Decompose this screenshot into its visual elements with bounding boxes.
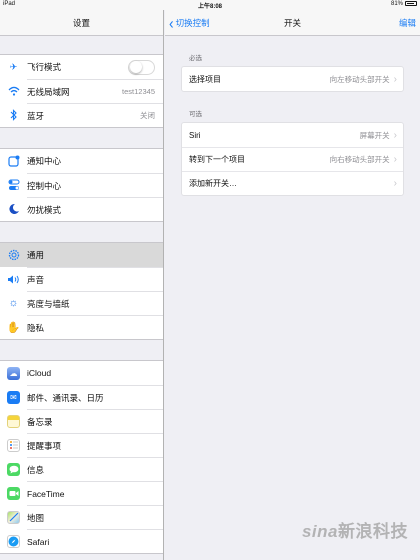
sidebar-item-label: 声音 [27,274,45,285]
reminders-icon [7,438,20,452]
control-center-icon [7,179,20,192]
sidebar-item-label: 信息 [27,464,45,475]
sina-logo: sina [301,522,338,541]
sidebar-item-label: 提醒事项 [27,440,62,451]
chevron-right-icon: › [393,73,397,85]
switch-value: 向左移动头部开关 [329,74,390,84]
detail-nav-bar: 开关 ‹ 切换控制 编辑 [165,10,420,36]
back-button[interactable]: ‹ 切换控制 [169,10,210,36]
sidebar-item-label: Safari [27,536,50,547]
icloud-icon: ☁ [7,366,20,380]
switch-label: Siri [189,130,201,140]
sidebar-item-label: iCloud [27,368,52,378]
mail-icon: ✉ [7,390,20,404]
chevron-right-icon: › [393,129,397,141]
back-button-label: 切换控制 [175,18,210,28]
speaker-icon [7,273,20,286]
settings-group-general: 通用 声音 ☼ 亮度与墙纸 ✋ 隐私 [0,242,163,340]
switch-row-next-item[interactable]: 转到下一个项目 向右移动头部开关 › [182,147,403,171]
sidebar-item-label: 蓝牙 [27,110,45,121]
section-header-required: 必选 [189,55,202,62]
switches-detail-pane: 开关 ‹ 切换控制 编辑 必选 选择项目 向左移动头部开关 › 可选 Siri … [165,10,420,560]
required-switches-list: 选择项目 向左移动头部开关 › [181,66,404,92]
sidebar-item-notification-center[interactable]: 通知中心 [0,149,163,173]
sidebar-item-do-not-disturb[interactable]: 勿扰模式 [0,197,163,221]
sidebar-item-reminders[interactable]: 提醒事项 [0,433,163,457]
sidebar-item-icloud[interactable]: ☁ iCloud [0,361,163,385]
chevron-right-icon: › [393,154,397,165]
settings-group-apps: ☁ iCloud ✉ 邮件、通讯录、日历 备忘录 提醒事项 信息 FaceTim… [0,360,163,554]
sidebar-item-label: FaceTime [27,488,65,499]
bluetooth-icon [7,109,20,122]
sidebar-item-wifi[interactable]: 无线局域网 test12345 [0,79,163,103]
sidebar-item-bluetooth[interactable]: 蓝牙 关闭 [0,103,163,127]
sidebar-item-label: 邮件、通讯录、日历 [27,392,104,403]
airplane-mode-toggle[interactable] [128,59,155,75]
sidebar-item-general[interactable]: 通用 [0,243,163,267]
switch-label: 转到下一个项目 [189,155,245,164]
settings-sidebar: 设置 ✈ 飞行模式 无线局域网 test12345 蓝牙 关闭 通知中心 控制中… [0,10,164,560]
section-header-optional: 可选 [189,111,202,118]
status-bar: iPad 上午8:08 81% [0,0,420,10]
watermark: sina新浪科技 [302,517,408,542]
brightness-icon: ☼ [8,297,19,309]
gear-icon [7,249,20,262]
switch-value: 向右移动头部开关 [329,155,390,164]
switch-row-siri[interactable]: Siri 屏幕开关 › [182,123,403,147]
settings-group-notifications: 通知中心 控制中心 勿扰模式 [0,148,163,222]
sidebar-item-label: 无线局域网 [27,86,70,97]
airplane-icon: ✈ [9,61,18,72]
sidebar-item-label: 地图 [27,512,45,523]
battery-percent: 81% [390,1,403,7]
do-not-disturb-icon [7,203,20,216]
sidebar-item-label: 飞行模式 [27,62,62,72]
sidebar-item-safari[interactable]: Safari [0,529,163,553]
edit-button[interactable]: 编辑 [399,10,416,36]
switch-label: 添加新开关… [189,179,237,188]
wifi-network-value: test12345 [122,87,155,96]
switch-value: 屏幕开关 [359,130,390,140]
privacy-hand-icon: ✋ [6,321,21,334]
sidebar-title: 设置 [0,10,163,36]
battery-indicator: 81% [391,1,417,7]
sidebar-item-control-center[interactable]: 控制中心 [0,173,163,197]
facetime-icon [7,486,20,500]
status-time: 上午8:08 [197,4,222,10]
maps-icon [7,510,20,524]
sidebar-item-messages[interactable]: 信息 [0,457,163,481]
switch-label: 选择项目 [189,74,221,84]
sidebar-item-label: 通用 [27,250,45,260]
switch-row-select-item[interactable]: 选择项目 向左移动头部开关 › [182,67,403,91]
watermark-text: 新浪科技 [338,522,408,541]
sidebar-item-airplane[interactable]: ✈ 飞行模式 [0,55,163,79]
optional-switches-list: Siri 屏幕开关 › 转到下一个项目 向右移动头部开关 › 添加新开关… › [181,122,404,196]
notes-icon [7,414,20,428]
sidebar-item-label: 通知中心 [27,156,62,166]
safari-icon [7,534,20,548]
notification-center-icon [7,155,20,168]
chevron-left-icon: ‹ [169,14,174,32]
sidebar-item-label: 控制中心 [27,180,62,191]
sidebar-item-sounds[interactable]: 声音 [0,267,163,291]
battery-icon [405,1,417,6]
sidebar-item-notes[interactable]: 备忘录 [0,409,163,433]
sidebar-item-mail[interactable]: ✉ 邮件、通讯录、日历 [0,385,163,409]
bluetooth-value: 关闭 [140,111,155,120]
wifi-icon [7,85,20,98]
sidebar-item-facetime[interactable]: FaceTime [0,481,163,505]
sidebar-item-label: 备忘录 [27,416,53,427]
sidebar-item-label: 亮度与墙纸 [27,298,70,309]
sidebar-item-label: 隐私 [27,322,45,333]
sidebar-item-brightness[interactable]: ☼ 亮度与墙纸 [0,291,163,315]
sidebar-item-privacy[interactable]: ✋ 隐私 [0,315,163,339]
sidebar-item-maps[interactable]: 地图 [0,505,163,529]
chevron-right-icon: › [393,178,397,189]
sidebar-item-label: 勿扰模式 [27,204,62,215]
switch-row-add-new[interactable]: 添加新开关… › [182,171,403,195]
messages-icon [7,462,20,476]
settings-group-connectivity: ✈ 飞行模式 无线局域网 test12345 蓝牙 关闭 [0,54,163,128]
